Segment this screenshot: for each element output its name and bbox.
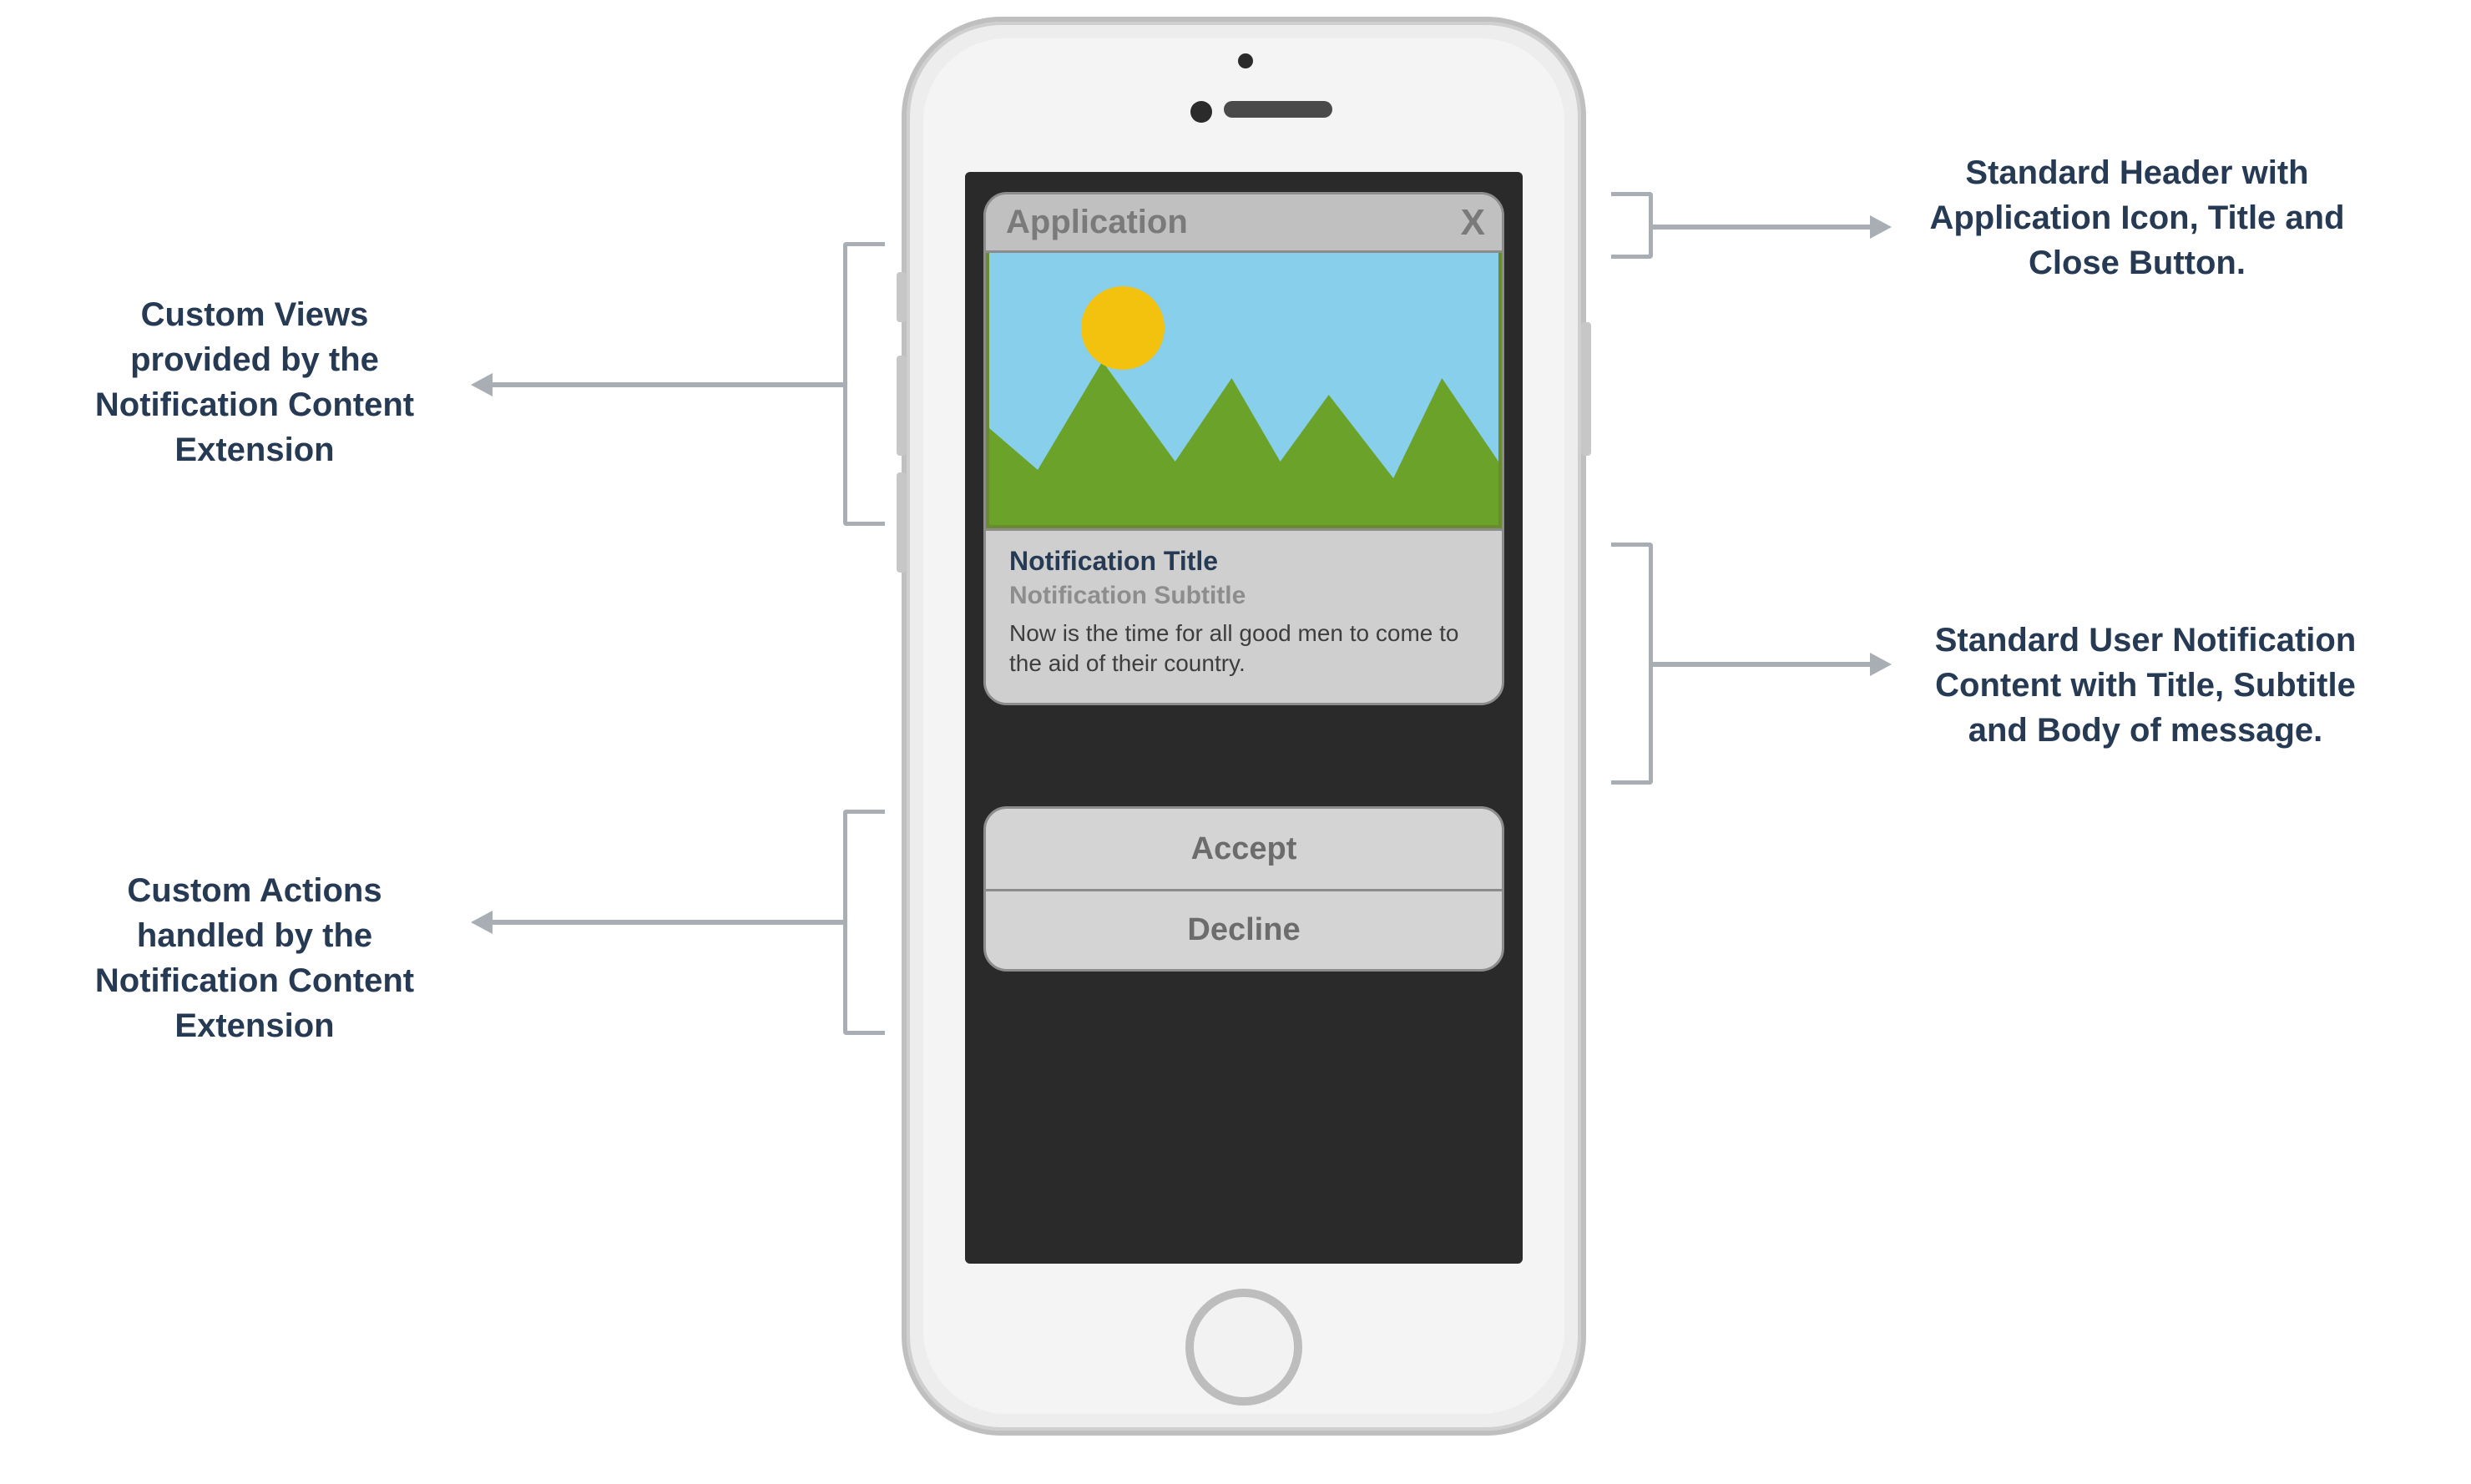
home-button-icon [1185, 1289, 1302, 1406]
arrow-head-icon [1870, 215, 1892, 239]
arrow-connector [1653, 662, 1870, 667]
callout-custom-actions: Custom Actions handled by the Notificati… [75, 868, 434, 1048]
diagram-canvas: Application X Notification Title Notific… [0, 0, 2471, 1484]
bracket-left-icon [843, 810, 885, 1035]
bracket-right-icon [1611, 543, 1653, 785]
phone-screen: Application X Notification Title Notific… [965, 172, 1523, 1264]
bracket-right-icon [1611, 192, 1653, 259]
arrow-head-icon [471, 911, 493, 934]
notification-custom-view [986, 253, 1502, 528]
sun-icon [1081, 286, 1165, 370]
accept-button[interactable]: Accept [986, 809, 1502, 889]
app-title-label: Application [1006, 204, 1188, 241]
phone-side-button [897, 472, 907, 573]
decline-button[interactable]: Decline [986, 889, 1502, 969]
phone-sensor-icon [1238, 53, 1253, 68]
notification-content: Notification Title Notification Subtitle… [986, 528, 1502, 703]
arrow-connector [493, 382, 843, 387]
notification-actions: Accept Decline [983, 806, 1504, 972]
phone-side-button [897, 272, 907, 322]
notification-title: Notification Title [1009, 546, 1478, 577]
notification-header: Application X [986, 194, 1502, 253]
bracket-left-icon [843, 242, 885, 526]
arrow-connector [493, 920, 843, 925]
notification-card: Application X Notification Title Notific… [983, 192, 1504, 705]
phone-camera-icon [1190, 101, 1212, 123]
notification-subtitle: Notification Subtitle [1009, 582, 1478, 610]
arrow-connector [1653, 225, 1870, 230]
phone-side-button [897, 356, 907, 456]
mountains-icon [989, 253, 1498, 528]
phone-speaker-icon [1224, 101, 1332, 118]
phone-frame: Application X Notification Title Notific… [902, 17, 1586, 1436]
callout-standard-content: Standard User Notification Content with … [1912, 618, 2379, 753]
notification-body-text: Now is the time for all good men to come… [1009, 618, 1478, 679]
arrow-head-icon [471, 373, 493, 396]
close-button[interactable]: X [1461, 204, 1485, 241]
callout-standard-header: Standard Header with Application Icon, T… [1912, 150, 2362, 285]
callout-custom-views: Custom Views provided by the Notificatio… [75, 292, 434, 472]
arrow-head-icon [1870, 653, 1892, 676]
phone-side-button [1581, 322, 1591, 456]
